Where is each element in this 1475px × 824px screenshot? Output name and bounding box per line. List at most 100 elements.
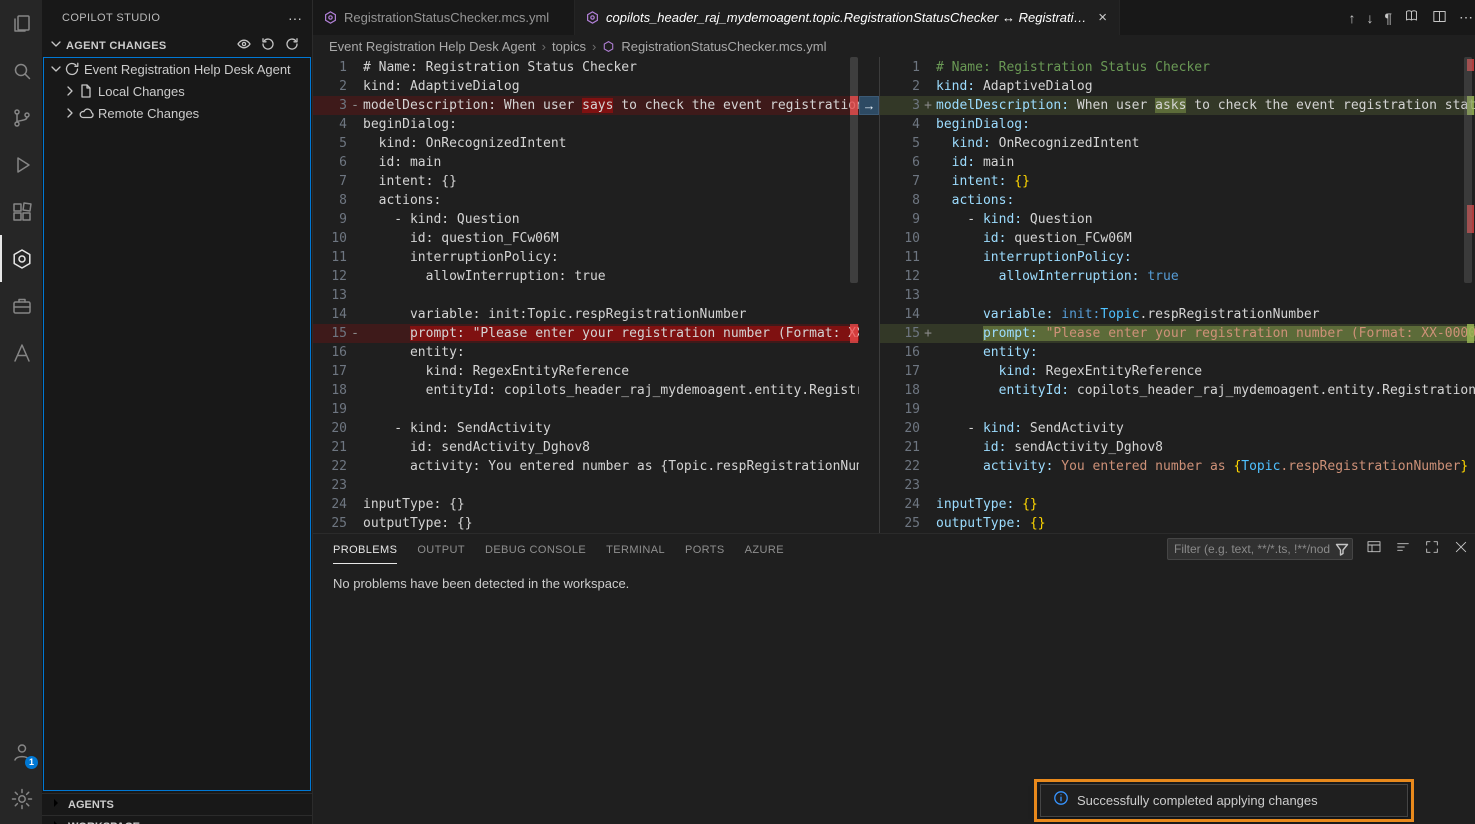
- copilot-studio-icon[interactable]: [0, 235, 42, 282]
- extensions-icon[interactable]: [0, 188, 42, 235]
- code-line[interactable]: 25outputType: {}: [313, 514, 859, 533]
- code-line[interactable]: 22 activity: You entered number as {Topi…: [880, 457, 1475, 476]
- apply-all-icon[interactable]: [284, 36, 300, 57]
- code-line[interactable]: 13: [880, 286, 1475, 305]
- code-line[interactable]: 3+modelDescription: When user asks to ch…: [880, 96, 1475, 115]
- tab-ports[interactable]: PORTS: [685, 535, 725, 564]
- code-line[interactable]: 24inputType: {}: [313, 495, 859, 514]
- code-line[interactable]: 4beginDialog:: [880, 115, 1475, 134]
- code-line[interactable]: 20 - kind: SendActivity: [880, 419, 1475, 438]
- tree-item-local-changes[interactable]: Local Changes: [44, 80, 310, 102]
- tab-debug-console[interactable]: DEBUG CONSOLE: [485, 535, 586, 564]
- scrollbar-thumb[interactable]: [850, 57, 858, 283]
- tab-terminal[interactable]: TERMINAL: [606, 535, 665, 564]
- m365-agents-toolkit-icon[interactable]: [0, 282, 42, 329]
- source-control-icon[interactable]: [0, 94, 42, 141]
- code-line[interactable]: 9 - kind: Question: [880, 210, 1475, 229]
- code-line[interactable]: 12 allowInterruption: true: [880, 267, 1475, 286]
- tab-diff-view[interactable]: copilots_header_raj_mydemoagent.topic.Re…: [575, 0, 1120, 35]
- search-icon[interactable]: [0, 47, 42, 94]
- collapse-all-icon[interactable]: [1395, 539, 1411, 560]
- panel-tab-bar: PROBLEMS OUTPUT DEBUG CONSOLE TERMINAL P…: [313, 534, 1475, 565]
- next-change-icon[interactable]: ↓: [1366, 10, 1373, 26]
- code-line[interactable]: 5 kind: OnRecognizedIntent: [313, 134, 859, 153]
- tab-azure[interactable]: AZURE: [745, 535, 784, 564]
- code-line[interactable]: 2kind: AdaptiveDialog: [880, 77, 1475, 96]
- sidebar-more-actions-icon[interactable]: ···: [288, 10, 302, 26]
- code-line[interactable]: 7 intent: {}: [313, 172, 859, 191]
- code-line[interactable]: 10 id: question_FCw06M: [880, 229, 1475, 248]
- code-line[interactable]: 19: [313, 400, 859, 419]
- code-line[interactable]: 6 id: main: [313, 153, 859, 172]
- activity-bar: 1: [0, 0, 42, 824]
- close-tab-icon[interactable]: ×: [1096, 9, 1109, 26]
- discard-all-icon[interactable]: [260, 36, 276, 57]
- code-line[interactable]: 17 kind: RegexEntityReference: [313, 362, 859, 381]
- code-line[interactable]: 21 id: sendActivity_Dghov8: [880, 438, 1475, 457]
- tab-output[interactable]: OUTPUT: [417, 535, 465, 564]
- code-line[interactable]: 18 entityId: copilots_header_raj_mydemoa…: [313, 381, 859, 400]
- view-as-table-icon[interactable]: [1366, 539, 1382, 560]
- code-line[interactable]: 22 activity: You entered number as {Topi…: [313, 457, 859, 476]
- code-line[interactable]: 16 entity:: [880, 343, 1475, 362]
- code-line[interactable]: 1# Name: Registration Status Checker: [880, 58, 1475, 77]
- code-line[interactable]: 15- prompt: "Please enter your registrat…: [313, 324, 859, 343]
- breadcrumb-file[interactable]: RegistrationStatusChecker.mcs.yml: [621, 39, 826, 54]
- notification-toast[interactable]: Successfully completed applying changes: [1040, 784, 1408, 817]
- code-line[interactable]: 15+ prompt: "Please enter your registrat…: [880, 324, 1475, 343]
- previous-change-icon[interactable]: ↑: [1348, 10, 1355, 26]
- code-line[interactable]: 2kind: AdaptiveDialog: [313, 77, 859, 96]
- chevron-right-icon: [62, 105, 78, 121]
- code-line[interactable]: 23: [880, 476, 1475, 495]
- code-line[interactable]: 9 - kind: Question: [313, 210, 859, 229]
- breadcrumb-agent[interactable]: Event Registration Help Desk Agent: [329, 39, 536, 54]
- breadcrumb-topics[interactable]: topics: [552, 39, 586, 54]
- code-line[interactable]: 7 intent: {}: [880, 172, 1475, 191]
- code-line[interactable]: 13: [313, 286, 859, 305]
- explorer-icon[interactable]: [0, 0, 42, 47]
- eye-icon[interactable]: [236, 36, 252, 57]
- code-line[interactable]: 16 entity:: [313, 343, 859, 362]
- toggle-whitespace-icon[interactable]: ¶: [1384, 10, 1392, 26]
- code-line[interactable]: 1# Name: Registration Status Checker: [313, 58, 859, 77]
- filter-input[interactable]: [1167, 538, 1353, 560]
- run-debug-icon[interactable]: [0, 141, 42, 188]
- code-line[interactable]: 14 variable: init:Topic.respRegistration…: [880, 305, 1475, 324]
- maximize-panel-icon[interactable]: [1424, 539, 1440, 560]
- tree-item-agent-root[interactable]: Event Registration Help Desk Agent: [44, 58, 310, 80]
- code-line[interactable]: 20 - kind: SendActivity: [313, 419, 859, 438]
- accounts-icon[interactable]: 1: [0, 728, 42, 775]
- code-line[interactable]: 18 entityId: copilots_header_raj_mydemoa…: [880, 381, 1475, 400]
- code-line[interactable]: 17 kind: RegexEntityReference: [880, 362, 1475, 381]
- code-line[interactable]: 3-modelDescription: When user says to ch…: [313, 96, 859, 115]
- agent-changes-section-header[interactable]: AGENT CHANGES: [42, 35, 312, 57]
- tab-problems[interactable]: PROBLEMS: [333, 535, 397, 564]
- tree-item-remote-changes[interactable]: Remote Changes: [44, 102, 310, 124]
- more-actions-icon[interactable]: ⋯: [1459, 9, 1473, 26]
- scrollbar-thumb[interactable]: [1464, 57, 1472, 283]
- code-line[interactable]: 8 actions:: [313, 191, 859, 210]
- code-line[interactable]: 21 id: sendActivity_Dghov8: [313, 438, 859, 457]
- code-line[interactable]: 6 id: main: [880, 153, 1475, 172]
- code-line[interactable]: 8 actions:: [880, 191, 1475, 210]
- code-line[interactable]: 11 interruptionPolicy:: [880, 248, 1475, 267]
- revert-change-arrow-icon[interactable]: →: [859, 96, 879, 115]
- settings-gear-icon[interactable]: [0, 775, 42, 822]
- code-line[interactable]: 4beginDialog:: [313, 115, 859, 134]
- code-line[interactable]: 10 id: question_FCw06M: [313, 229, 859, 248]
- close-panel-icon[interactable]: [1453, 539, 1469, 560]
- code-line[interactable]: 23: [313, 476, 859, 495]
- code-line[interactable]: 12 allowInterruption: true: [313, 267, 859, 286]
- code-line[interactable]: 5 kind: OnRecognizedIntent: [880, 134, 1475, 153]
- code-line[interactable]: 24inputType: {}: [880, 495, 1475, 514]
- split-editor-icon[interactable]: [1431, 8, 1448, 28]
- workspace-section-header[interactable]: WORKSPACE: [42, 815, 312, 824]
- code-line[interactable]: 19: [880, 400, 1475, 419]
- code-line[interactable]: 11 interruptionPolicy:: [313, 248, 859, 267]
- agents-section-header[interactable]: AGENTS: [42, 793, 312, 815]
- inline-view-icon[interactable]: [1403, 8, 1420, 28]
- ai-toolkit-icon[interactable]: [0, 329, 42, 376]
- code-line[interactable]: 14 variable: init:Topic.respRegistration…: [313, 305, 859, 324]
- tab-registration-status-checker[interactable]: RegistrationStatusChecker.mcs.yml: [313, 0, 575, 35]
- code-line[interactable]: 25outputType: {}: [880, 514, 1475, 533]
